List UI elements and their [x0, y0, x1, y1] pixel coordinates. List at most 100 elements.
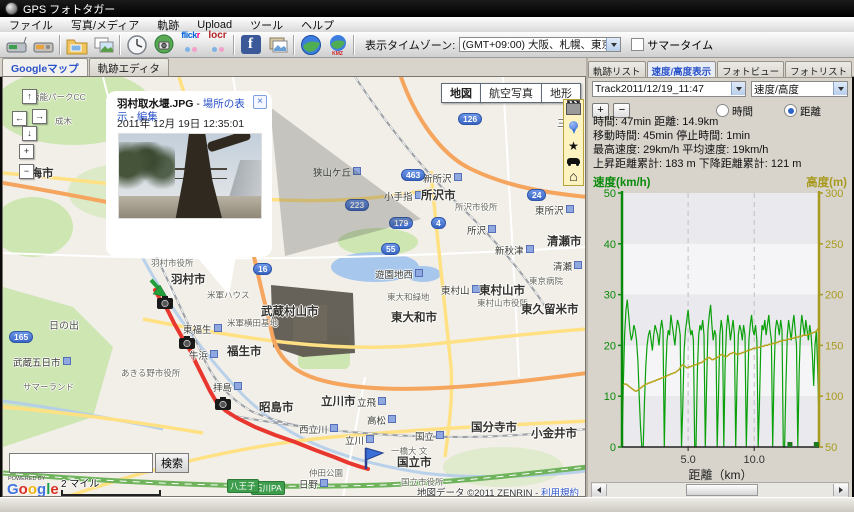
home-tool-icon[interactable]: ⌂ [569, 170, 577, 182]
app-icon [5, 2, 18, 15]
scrollbar-track[interactable] [607, 484, 833, 496]
scrollbar-thumb[interactable] [686, 484, 758, 496]
right-tick-label: 250 [825, 239, 843, 251]
zoom-in-button[interactable]: + [19, 144, 34, 159]
pin-tool-icon[interactable] [569, 121, 578, 130]
timezone-select-arrow-icon[interactable] [606, 38, 620, 51]
map-type-switcher: 地図航空写真地形 [442, 83, 581, 103]
photo-branch [207, 133, 252, 153]
speed-altitude-chart[interactable]: 01020304050501001502002503005.010.0距離（km… [588, 189, 852, 481]
search-button[interactable]: 検索 [155, 453, 189, 473]
add-photos-icon[interactable] [90, 33, 117, 57]
map-type-map-button[interactable]: 地図 [441, 83, 481, 103]
view-select-arrow-icon[interactable] [833, 82, 847, 95]
map-label: 国立 [415, 429, 444, 443]
locr-upload-icon[interactable]: locr [204, 33, 231, 57]
chart-axis-titles: 速度(km/h) 高度(m) [593, 174, 847, 190]
toolbar-separator [59, 35, 61, 55]
kmz-export-icon[interactable]: KMZ [324, 33, 351, 57]
summer-time-label: サマータイム [647, 37, 713, 53]
timezone-select[interactable]: (GMT+09:00) 大阪、札幌、東京 [459, 37, 621, 52]
chart-photo-marker [787, 442, 792, 447]
chart-x-label: 距離（km） [689, 468, 753, 481]
search-input[interactable] [9, 453, 153, 473]
map-label: 昭島市 [259, 399, 294, 415]
close-icon[interactable]: × [253, 95, 267, 109]
map-label: 米軍ハウス [207, 289, 250, 301]
summer-time-checkbox[interactable] [631, 38, 644, 51]
toolbar-separator [119, 35, 121, 55]
photo-trees [118, 142, 175, 192]
stat-line: 時間: 47min 距離: 14.9km [593, 115, 801, 129]
pan-left-button[interactable]: ← [12, 111, 27, 126]
tab-speed-altitude[interactable]: 速度/高度表示 [647, 61, 717, 78]
import-gps-device-icon[interactable] [3, 33, 30, 57]
tab-photo-view[interactable]: フォトビュー [717, 61, 784, 78]
map-search-bar: 検索 [9, 453, 189, 473]
scroll-right-icon[interactable] [833, 484, 848, 496]
track-select[interactable]: Track2011/12/19_11:47 [592, 81, 746, 97]
photo-popup[interactable]: 羽村取水堰.JPG - 場所の表示 - 編集 × 2011年 12月 19日 1… [106, 91, 272, 257]
menu-file[interactable]: ファイル [0, 16, 62, 34]
toolbar: flickr locr f KMZ 表示タイムゾーン: (GMT+09:00) … [0, 32, 854, 58]
photo-thumbnail[interactable] [118, 133, 262, 219]
terms-link[interactable]: 利用規約 [541, 488, 579, 497]
map-label: サマーランド [23, 381, 74, 393]
map-label: 立川市 [321, 393, 356, 409]
export-gps-device-icon[interactable] [30, 33, 57, 57]
map-label: 小金井市 [531, 425, 577, 441]
track-select-arrow-icon[interactable] [731, 82, 745, 95]
map-label: 成木 [55, 115, 72, 127]
menu-help[interactable]: ヘルプ [292, 16, 343, 34]
zoom-out-button[interactable]: − [19, 164, 34, 179]
map-label: 126 [458, 113, 482, 125]
view-select[interactable]: 速度/高度 [751, 81, 848, 97]
clock-sync-icon[interactable] [123, 33, 150, 57]
map-label: 新所沢 [423, 171, 462, 185]
slideshow-tool-icon[interactable] [566, 103, 581, 115]
map-type-satellite-button[interactable]: 航空写真 [480, 83, 542, 103]
flickr-upload-icon[interactable]: flickr [177, 33, 204, 57]
map-label: 拝島 [213, 380, 242, 394]
chart-band [622, 244, 819, 295]
map-label: 清瀬市 [547, 233, 582, 249]
map-label: 東村山市 [479, 282, 525, 298]
speed-axis-title: 速度(km/h) [593, 177, 651, 189]
scroll-left-icon[interactable] [592, 484, 607, 496]
pan-right-button[interactable]: → [32, 109, 47, 124]
map-labels-layer: 飯能パークCC成木青梅市三芳126狭山ケ丘新所沢463小手指所沢市所沢市役所東所… [3, 77, 586, 497]
pan-up-button[interactable]: ↑ [22, 89, 37, 104]
map-panel[interactable]: 飯能パークCC成木青梅市三芳126狭山ケ丘新所沢463小手指所沢市所沢市役所東所… [2, 76, 586, 497]
map-label: 小手指 [384, 189, 423, 203]
stat-line: 移動時間: 45min 停止時間: 1min [593, 129, 801, 143]
map-label: 羽村市役所 [151, 257, 194, 269]
map-label: 東村山 [441, 283, 480, 297]
tab-track-list[interactable]: 軌跡リスト [588, 61, 646, 78]
map-label: 165 [9, 331, 33, 343]
open-folder-icon[interactable] [63, 33, 90, 57]
slideshow-icon[interactable] [264, 33, 291, 57]
star-tool-icon[interactable]: ★ [568, 140, 579, 152]
map-label: 新秋津 [495, 243, 534, 257]
facebook-upload-icon[interactable]: f [237, 33, 264, 57]
map-label: 立飛 [357, 395, 386, 409]
google-logo: Google [7, 481, 59, 497]
car-tool-icon[interactable] [567, 158, 580, 164]
left-tick-label: 50 [604, 189, 616, 200]
map-label: 東京病院 [529, 275, 563, 287]
google-earth-icon[interactable] [297, 33, 324, 57]
flickr-flowers [184, 40, 198, 58]
map-label: 武蔵五日市 [13, 355, 71, 369]
x-tick-label: 10.0 [744, 454, 765, 466]
photo-timestamp: 2011年 12月 19日 12:35:01 [117, 116, 244, 131]
tab-photo-list[interactable]: フォトリスト [785, 61, 852, 78]
map-label: 国分寺市 [471, 419, 517, 435]
map-label: 所沢市役所 [455, 201, 498, 213]
pan-down-button[interactable]: ↓ [22, 126, 37, 141]
geotag-globe-icon[interactable] [150, 33, 177, 57]
menu-photo-media[interactable]: 写真/メディア [62, 16, 148, 34]
map-label: 223 [345, 199, 369, 211]
chart-scrollbar[interactable] [591, 482, 849, 498]
window-titlebar: GPS フォトタガー [0, 0, 854, 17]
menu-tools[interactable]: ツール [241, 16, 292, 34]
